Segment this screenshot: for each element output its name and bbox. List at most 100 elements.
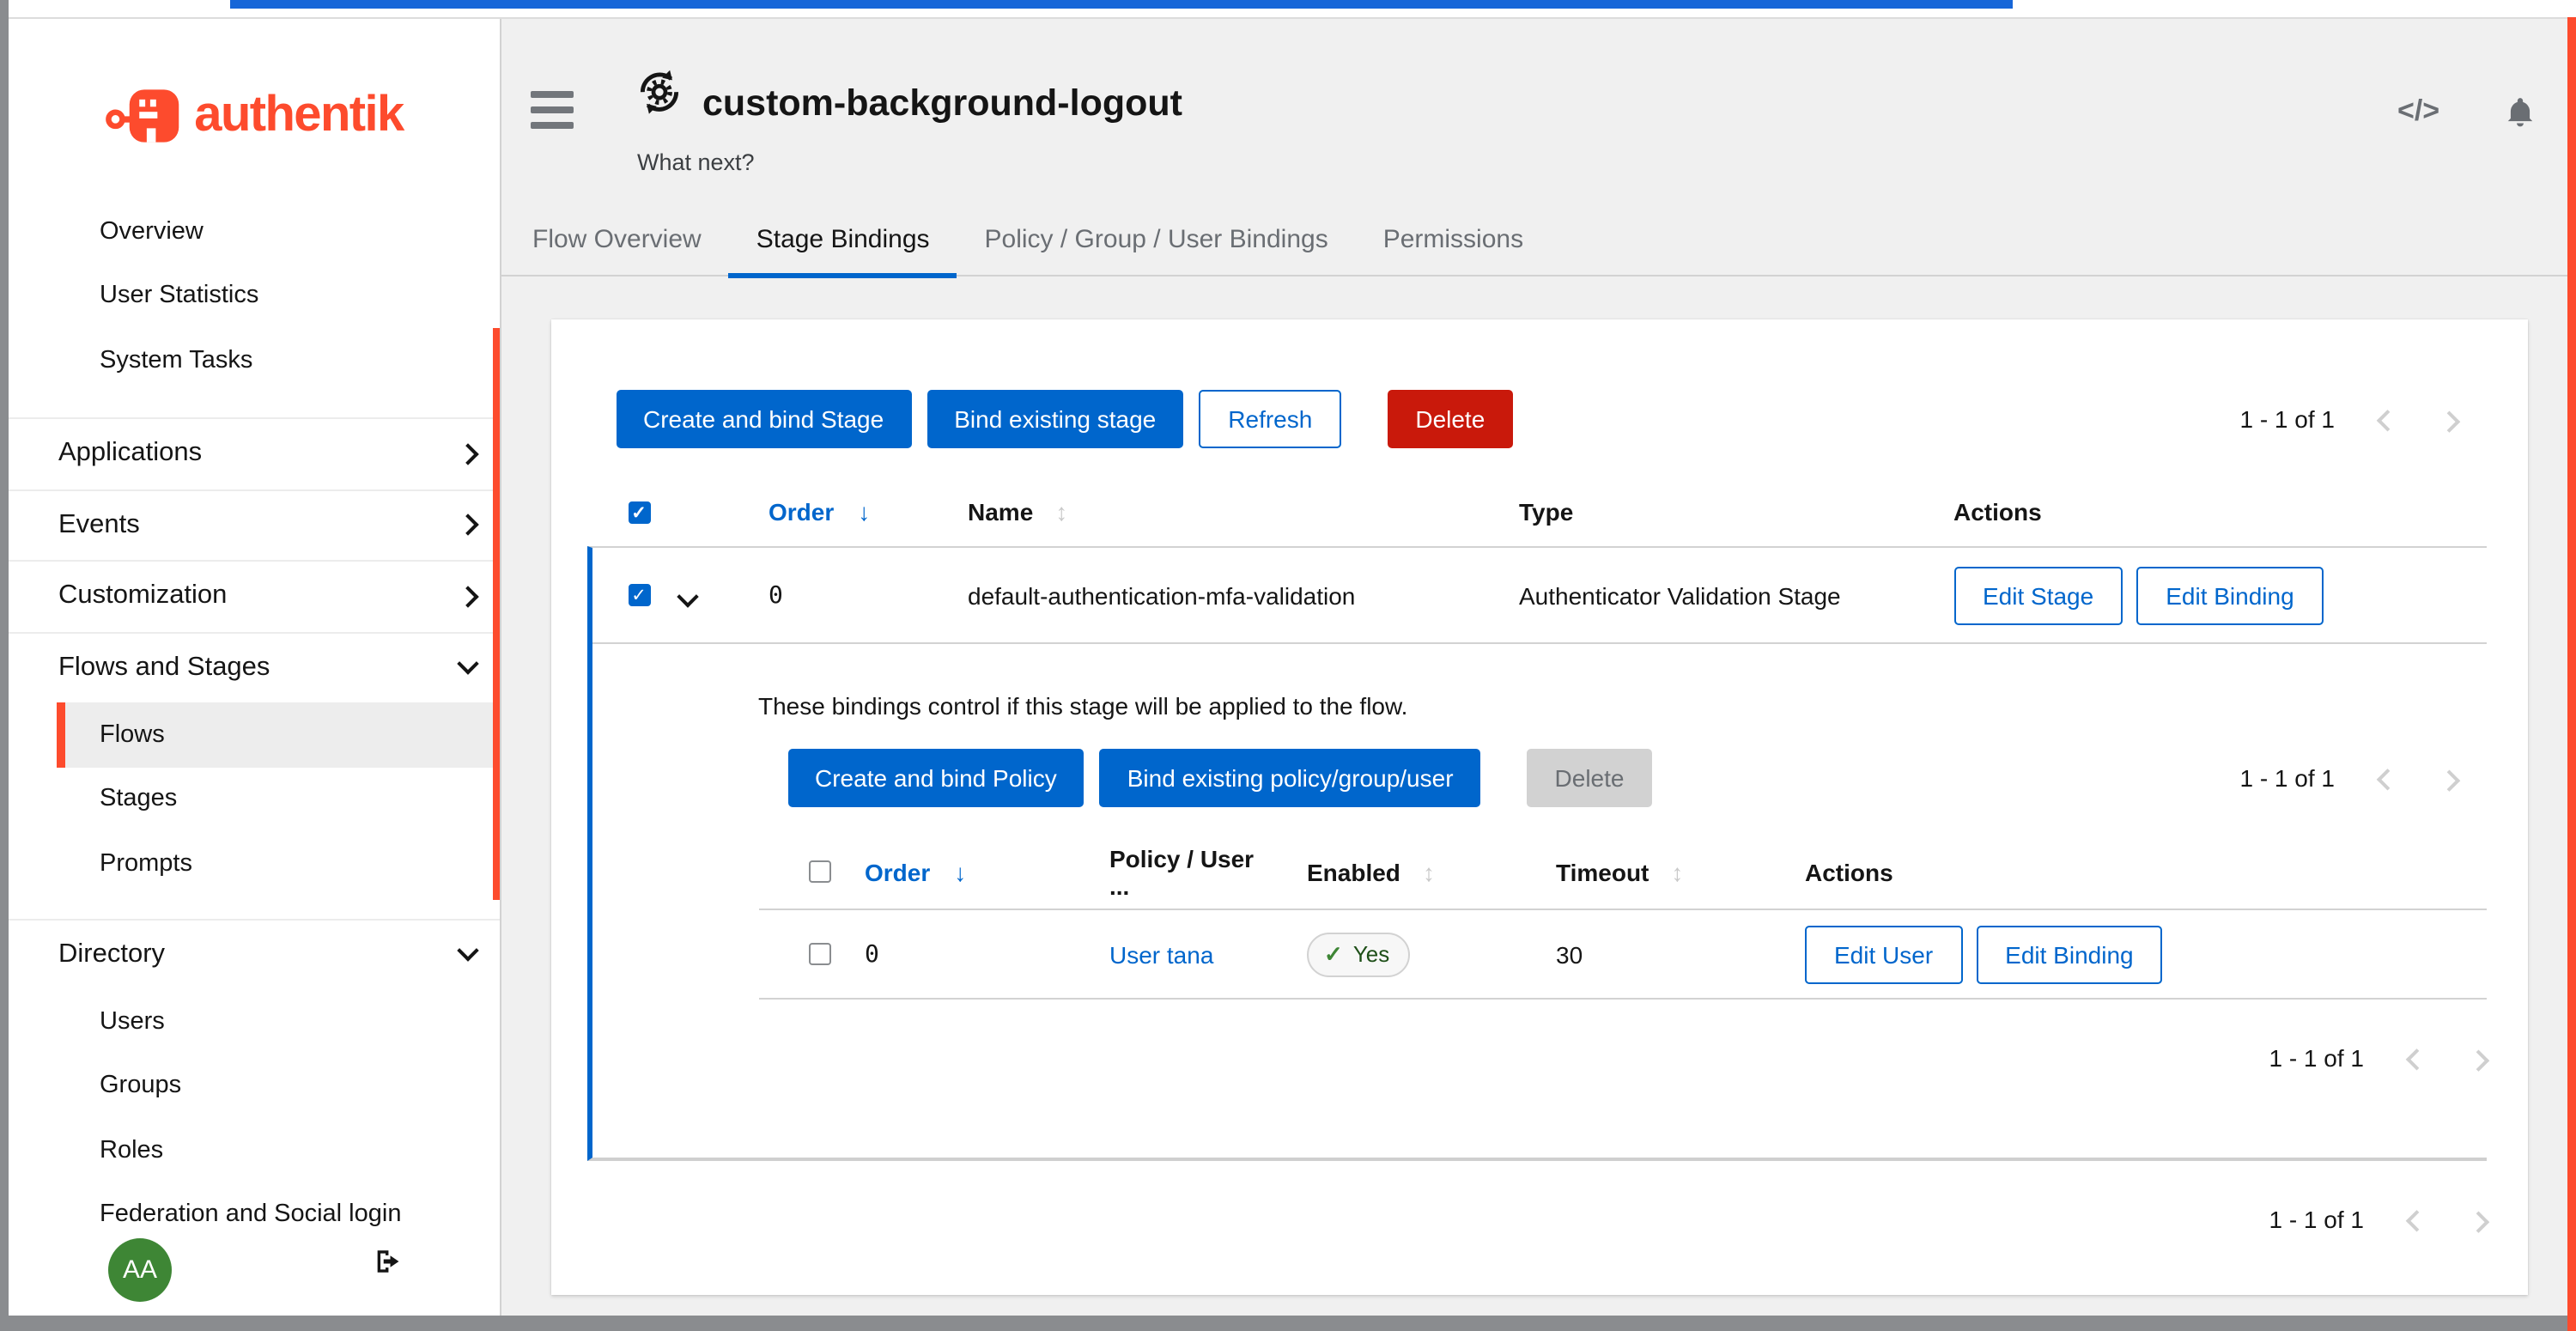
sidebar-item-overview[interactable]: Overview xyxy=(9,199,500,264)
policy-bindings-toolbar: Create and bind Policy Bind existing pol… xyxy=(758,723,2486,835)
page-title: custom-background-logout xyxy=(702,82,1182,125)
application-window: authentik Overview User Statistics Syste… xyxy=(0,0,2576,1331)
column-timeout[interactable]: Timeout xyxy=(1556,858,1649,885)
sidebar-item-users[interactable]: Users xyxy=(9,989,500,1054)
stage-table-row[interactable]: ✓ 0 default-authentication-mfa-validatio… xyxy=(592,548,2486,644)
stage-name-value: default-authentication-mfa-validation xyxy=(940,581,1492,609)
policy-user-link[interactable]: User tana xyxy=(1109,940,1213,968)
pagination-prev-button[interactable] xyxy=(2379,405,2394,433)
sidebar-scrollbar-thumb[interactable] xyxy=(492,328,500,900)
sidebar-item-flows[interactable]: Flows xyxy=(57,702,496,767)
edit-stage-button[interactable]: Edit Stage xyxy=(1953,566,2123,624)
stage-type-value: Authenticator Validation Stage xyxy=(1492,581,1926,609)
create-and-bind-policy-button[interactable]: Create and bind Policy xyxy=(787,749,1084,807)
bind-existing-stage-button[interactable]: Bind existing stage xyxy=(927,390,1183,448)
row-checkbox[interactable]: ✓ xyxy=(628,584,650,606)
pagination-next-button[interactable] xyxy=(2471,1206,2486,1233)
sidebar-section-applications[interactable]: Applications xyxy=(9,417,500,489)
collapse-row-icon[interactable] xyxy=(676,585,697,606)
sidebar-section-events[interactable]: Events xyxy=(9,489,500,560)
notification-bell-icon[interactable] xyxy=(2504,94,2537,137)
window-left-edge xyxy=(0,0,9,1331)
bind-existing-policy-button[interactable]: Bind existing policy/group/user xyxy=(1100,749,1481,807)
edit-binding-button[interactable]: Edit Binding xyxy=(1976,925,2162,983)
column-policy-user: Policy / User ... xyxy=(1082,844,1279,899)
pagination-next-button[interactable] xyxy=(2442,764,2457,792)
stage-row-expanded-region: ✓ 0 default-authentication-mfa-validatio… xyxy=(586,546,2486,1161)
tab-policy-group-user-bindings[interactable]: Policy / Group / User Bindings xyxy=(957,204,1356,278)
delete-button[interactable]: Delete xyxy=(1388,390,1512,448)
authentik-admin-app: authentik Overview User Statistics Syste… xyxy=(9,17,2576,1316)
policy-table-row[interactable]: 0 User tana ✓ Yes 30 Edit User Edit Bind… xyxy=(758,909,2486,1000)
chevron-down-icon xyxy=(457,653,478,675)
pagination-range: 1 - 1 of 1 xyxy=(2269,1044,2364,1072)
sidebar-item-user-statistics[interactable]: User Statistics xyxy=(9,264,500,328)
stage-table-header: ✓ Order↓ Name↕ Type Actions xyxy=(586,477,2486,546)
policy-order-value: 0 xyxy=(837,940,1082,968)
stage-bindings-toolbar: Create and bind Stage Bind existing stag… xyxy=(586,319,2486,477)
sidebar-section-directory[interactable]: Directory xyxy=(9,918,500,989)
policy-table-header: Order ↓ Policy / User ... Enabled ↕ Timeou… xyxy=(758,835,2486,909)
api-code-icon[interactable]: </> xyxy=(2397,94,2439,129)
pagination-range: 1 - 1 of 1 xyxy=(2239,405,2335,433)
column-order[interactable]: Order xyxy=(865,858,930,885)
sidebar-nav: Overview User Statistics System Tasks Ap… xyxy=(9,199,500,1247)
menu-icon[interactable] xyxy=(531,91,574,128)
sidebar-item-system-tasks[interactable]: System Tasks xyxy=(9,328,500,392)
avatar[interactable]: AA xyxy=(108,1238,172,1302)
nav-spacer xyxy=(9,392,500,417)
sidebar-item-stages[interactable]: Stages xyxy=(9,767,500,831)
sort-desc-icon: ↓ xyxy=(954,858,966,885)
column-type: Type xyxy=(1492,498,1926,526)
pagination-next-button[interactable] xyxy=(2471,1044,2486,1072)
sidebar-item-groups[interactable]: Groups xyxy=(9,1054,500,1118)
logout-icon[interactable] xyxy=(373,1247,402,1285)
delete-policy-binding-button[interactable]: Delete xyxy=(1528,749,1652,807)
column-enabled[interactable]: Enabled xyxy=(1307,858,1400,885)
browser-top-strip xyxy=(9,0,2576,17)
create-and-bind-stage-button[interactable]: Create and bind Stage xyxy=(616,390,911,448)
page-subtitle: What next? xyxy=(637,149,755,175)
sidebar-item-prompts[interactable]: Prompts xyxy=(9,831,500,896)
column-name[interactable]: Name xyxy=(968,498,1033,526)
sidebar-footer: AA xyxy=(9,1237,500,1302)
tab-stage-bindings[interactable]: Stage Bindings xyxy=(729,204,957,278)
pagination-next-button[interactable] xyxy=(2442,405,2457,433)
edit-binding-button[interactable]: Edit Binding xyxy=(2136,566,2323,624)
chevron-right-icon xyxy=(457,586,478,607)
column-actions: Actions xyxy=(1926,498,2486,526)
select-all-policies-checkbox[interactable] xyxy=(809,860,831,883)
chevron-right-icon xyxy=(457,443,478,465)
tab-flow-overview[interactable]: Flow Overview xyxy=(505,204,729,278)
sidebar-section-customization[interactable]: Customization xyxy=(9,560,500,631)
authentik-key-icon xyxy=(105,83,184,147)
check-icon: ✓ xyxy=(1324,940,1343,968)
browser-top-accent-bar xyxy=(230,0,2013,9)
main-content: custom-background-logout What next? </> … xyxy=(501,19,2576,1316)
pagination-range: 1 - 1 of 1 xyxy=(2269,1206,2364,1233)
enabled-status-badge: ✓ Yes xyxy=(1307,932,1410,976)
pagination-prev-button[interactable] xyxy=(2409,1044,2423,1072)
pagination-range: 1 - 1 of 1 xyxy=(2239,764,2335,792)
authentik-logo[interactable]: authentik xyxy=(9,67,500,163)
stage-order-value: 0 xyxy=(741,581,940,609)
logo-wordmark: authentik xyxy=(194,87,403,143)
sidebar: authentik Overview User Statistics Syste… xyxy=(9,19,501,1316)
row-checkbox[interactable] xyxy=(809,943,831,965)
tab-permissions[interactable]: Permissions xyxy=(1356,204,1551,278)
pagination-prev-button[interactable] xyxy=(2409,1206,2423,1233)
sidebar-section-flows-and-stages[interactable]: Flows and Stages xyxy=(9,631,500,702)
sort-desc-icon: ↓ xyxy=(858,498,870,526)
pagination-prev-button[interactable] xyxy=(2379,764,2394,792)
pagination-policy-bottom: 1 - 1 of 1 xyxy=(758,1000,2486,1158)
edit-user-button[interactable]: Edit User xyxy=(1805,925,1962,983)
page-scrollbar-thumb[interactable] xyxy=(2567,17,2576,1331)
tab-bar: Flow Overview Stage Bindings Policy / Gr… xyxy=(501,204,2576,277)
select-all-checkbox[interactable]: ✓ xyxy=(628,501,650,523)
chevron-right-icon xyxy=(457,514,478,536)
sidebar-item-roles[interactable]: Roles xyxy=(9,1118,500,1182)
sort-icon: ↕ xyxy=(1671,858,1683,885)
column-order[interactable]: Order xyxy=(769,498,834,526)
refresh-button[interactable]: Refresh xyxy=(1199,390,1341,448)
pagination-policy-top: 1 - 1 of 1 xyxy=(2239,764,2457,792)
